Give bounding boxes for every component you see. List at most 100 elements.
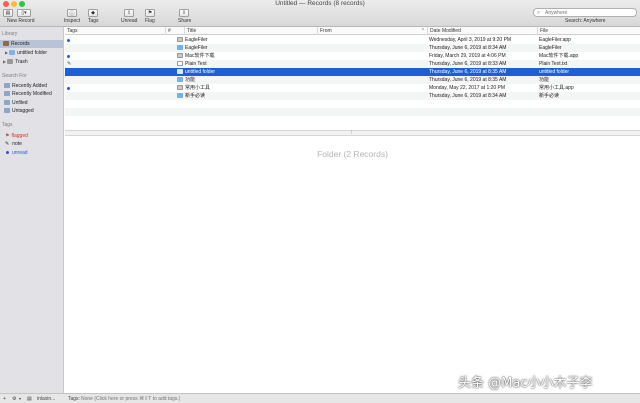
sidebar-item-flagged[interactable]: ⚑ flagged — [0, 132, 63, 140]
app-icon — [177, 37, 183, 43]
column-header-title[interactable]: Title — [184, 27, 317, 35]
app-icon — [177, 53, 183, 59]
folder-icon — [177, 69, 183, 75]
search-icon: ⌕ — [537, 10, 541, 16]
sidebar-item-trash[interactable]: ▶ Trash — [0, 58, 63, 66]
table-row[interactable]: EagleFiler Wednesday, April 3, 2019 at 9… — [65, 36, 640, 44]
row-file: 功能 — [539, 77, 550, 83]
sidebar-item-label: untitled folder — [17, 50, 48, 56]
sidebar-item-label: note — [12, 141, 22, 147]
records-table: Tags # Title From ⌃ Date Modified File Ea… — [65, 27, 640, 130]
tags-field-label: Tags: — [68, 396, 80, 402]
row-date: Thursday, June 6, 2019 at 8:34 AM — [429, 45, 507, 51]
sidebar-item-label: Recently Modified — [12, 91, 52, 97]
flag-button[interactable]: ⚑ — [145, 9, 155, 17]
flag-icon: ⚑ — [147, 10, 153, 16]
tag-icon: ◆ — [91, 10, 95, 16]
info-icon: ⓘ — [69, 10, 75, 17]
sidebar-item-label: Trash — [15, 59, 28, 65]
new-record-label: New Record — [7, 18, 35, 24]
row-title: EagleFiler — [185, 37, 208, 43]
folder-icon — [177, 45, 183, 51]
add-button[interactable]: + — [3, 395, 6, 403]
sidebar-item-untitled-folder[interactable]: ▶ untitled folder — [0, 49, 63, 57]
row-file: Plain Text.txt — [539, 61, 568, 67]
column-header-tags[interactable]: Tags — [65, 27, 165, 35]
folder-icon — [177, 93, 183, 99]
unread-button[interactable]: ⇪ — [124, 9, 134, 17]
table-row[interactable]: EagleFiler Thursday, June 6, 2019 at 8:3… — [65, 44, 640, 52]
inspect-button[interactable]: ⓘ — [67, 9, 77, 17]
table-row[interactable]: 新手必读 Thursday, June 6, 2019 at 8:34 AM 新… — [65, 92, 640, 100]
pencil-icon: ✎ — [67, 61, 72, 67]
table-row[interactable]: 功能 Thursday, June 6, 2019 at 8:35 AM 功能 — [65, 76, 640, 84]
empty-row — [65, 116, 640, 124]
new-record-menu-button[interactable]: ▯▾ — [17, 9, 31, 17]
row-file: EagleFiler — [539, 45, 562, 51]
column-header-number[interactable]: # — [165, 27, 176, 35]
new-record-icon: ▤ — [5, 10, 11, 16]
row-date: Monday, May 22, 2017 at 1:20 PM — [429, 85, 506, 91]
sidebar-item-label: Recently Added — [12, 83, 48, 89]
unread-icon: ⇪ — [126, 10, 132, 16]
empty-row — [65, 108, 640, 116]
trash-icon — [7, 59, 14, 65]
sidebar-item-records[interactable]: Records — [0, 40, 63, 48]
table-row[interactable]: 常用小工具 Monday, May 22, 2017 at 1:20 PM 常用… — [65, 84, 640, 92]
smart-folder-icon — [4, 108, 10, 114]
row-title: 新手必读 — [185, 93, 206, 99]
table-row[interactable]: Mac软件下载 Friday, March 29, 2019 at 4:06 P… — [65, 52, 640, 60]
gear-icon[interactable]: ⚙ — [12, 395, 16, 403]
row-file: 常用小工具.app — [539, 85, 574, 91]
unread-dot-icon — [67, 55, 70, 58]
sidebar: Library Records ▶ untitled folder ▶ Trash … — [0, 27, 64, 393]
tags-input[interactable] — [81, 395, 281, 403]
disclosure-triangle-icon[interactable]: ▶ — [5, 50, 8, 55]
unread-dot-icon — [67, 39, 70, 42]
sidebar-item-unread[interactable]: unread — [0, 149, 63, 157]
tags-button[interactable]: ◆ — [88, 9, 98, 17]
smart-folder-icon — [4, 91, 10, 97]
row-date: Thursday, June 6, 2019 at 8:34 AM — [429, 93, 507, 99]
sidebar-item-label: flagged — [11, 133, 28, 139]
column-header-from[interactable]: From ⌃ — [317, 27, 428, 35]
flag-icon: ⚑ — [5, 133, 10, 139]
smart-folder-icon — [4, 83, 10, 89]
library-name: inlaxin... — [37, 396, 56, 402]
row-date: Thursday, June 6, 2019 at 8:33 AM — [429, 61, 507, 67]
row-file: EagleFiler.app — [539, 37, 571, 43]
row-date: Thursday, June 6, 2019 at 8:35 AM — [429, 77, 507, 83]
bottom-bar: + ⚙ ▾ ▤ inlaxin... Tags: — [0, 393, 640, 403]
sidebar-item-untagged[interactable]: Untagged — [0, 107, 63, 115]
table-row-selected[interactable]: untitled folder Thursday, June 6, 2019 a… — [65, 68, 640, 76]
tags-label: Tags — [88, 18, 99, 24]
inspect-label: Inspect — [64, 18, 81, 24]
sidebar-item-note[interactable]: ✎ note — [0, 140, 63, 148]
preview-title: Folder (2 Records) — [317, 149, 388, 159]
search-input[interactable] — [545, 9, 633, 17]
sidebar-item-recently-modified[interactable]: Recently Modified — [0, 90, 63, 98]
row-title: 常用小工具 — [185, 85, 211, 91]
window-title: Untitled — Records (8 records) — [275, 0, 365, 7]
window-toolbar: Untitled — Records (8 records) ▤ ▯▾ New … — [0, 0, 640, 27]
sidebar-item-label: Unfiled — [12, 100, 28, 106]
column-header-date-modified[interactable]: Date Modified — [427, 27, 537, 35]
search-field[interactable]: ⌕ — [533, 8, 637, 17]
library-header: Library — [2, 31, 18, 37]
disclosure-triangle-icon[interactable]: ▶ — [3, 59, 6, 64]
sidebar-item-recently-added[interactable]: Recently Added — [0, 82, 63, 90]
chevron-down-icon[interactable]: ▾ — [19, 395, 21, 403]
share-button[interactable]: ⇧ — [179, 9, 189, 17]
split-view-divider[interactable]: ⁞ — [65, 130, 640, 136]
new-record-button[interactable]: ▤ — [3, 9, 13, 17]
search-for-header: Search For — [2, 73, 27, 79]
split-handle-icon: ⁞ — [351, 130, 353, 136]
document-icon — [177, 61, 183, 67]
table-row[interactable]: ✎ Plain Text Thursday, June 6, 2019 at 8… — [65, 60, 640, 68]
watermark: 头条 @Mac小小木子李 — [458, 376, 593, 391]
sidebar-item-unfiled[interactable]: Unfiled — [0, 99, 63, 107]
sidebar-item-label: Records — [11, 41, 30, 47]
row-file: untitled folder — [539, 69, 570, 75]
search-scope-label: Search: Anywhere — [565, 18, 606, 24]
column-header-file[interactable]: File — [537, 27, 640, 35]
